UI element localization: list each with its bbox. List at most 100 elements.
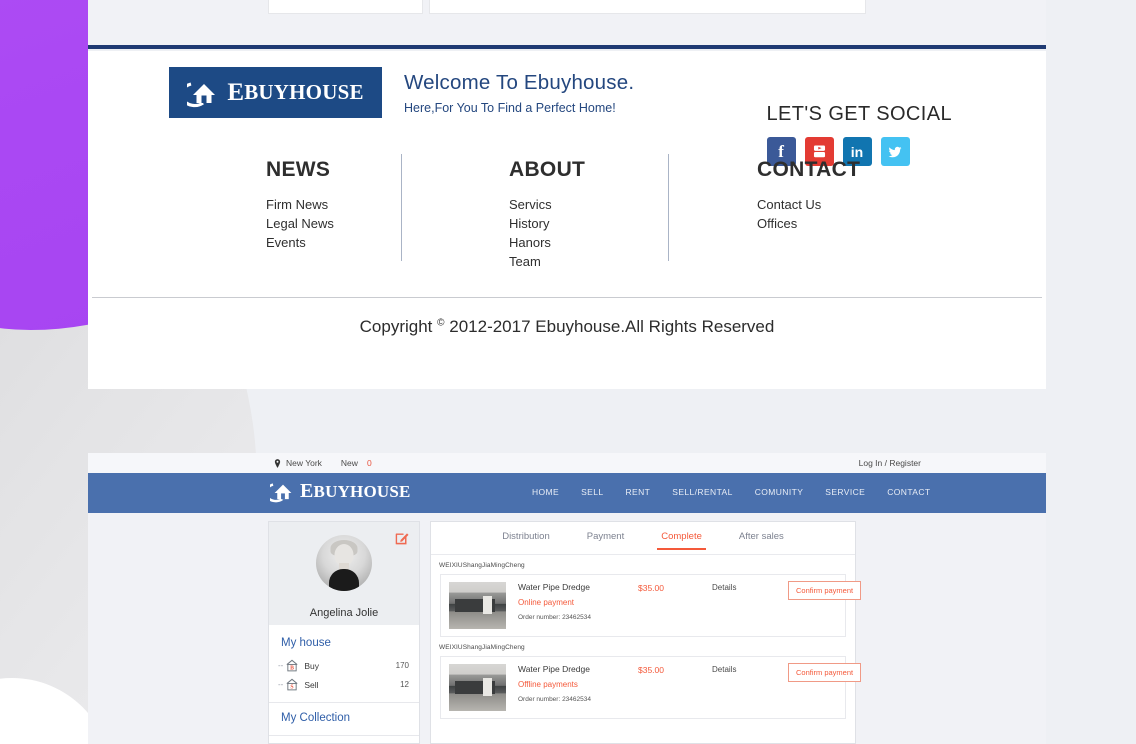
footer-welcome: Welcome To Ebuyhouse. Here,For You To Fi… [404,67,634,115]
order-row[interactable]: Water Pipe Dredge Online payment Order n… [440,574,862,637]
order-number: Order number: 23462534 [518,696,591,703]
footer-links-news: Firm News Legal News Events [266,195,401,252]
tab-after-sales[interactable]: After sales [739,531,784,550]
footer-horizontal-rule [92,297,1042,298]
avatar[interactable] [316,535,372,591]
order-payment-method: Online payment [518,598,575,607]
content-box-left [268,0,423,14]
social-heading: LET'S GET SOCIAL [766,103,952,125]
topbar-new-count: 0 [366,458,372,468]
order-details-link[interactable]: Details [712,582,788,592]
svg-text:S: S [291,685,294,691]
topbar-city[interactable]: New York [286,458,322,468]
sidebar-menu: My house -- B Buy 170 -- S Sell 12 My Co… [269,625,419,736]
footer-link-hanors[interactable]: Hanors [509,233,661,252]
footer-heading-contact: CONTACT [757,158,861,181]
navbar-logo-lead: E [300,480,314,502]
footer-link-team[interactable]: Team [509,252,661,271]
nav-link-sell-rental[interactable]: SELL/RENTAL [672,487,732,497]
screenshot-stage: E BUYHOUSE Welcome To Ebuyhouse. Here,For… [0,0,1136,744]
nav-link-service[interactable]: SERVICE [825,487,865,497]
footer-link-servics[interactable]: Servics [509,195,661,214]
navbar-logo-word: BUYHOUSE [313,481,411,501]
order-shop-name: WEIXIUShangJiaMingCheng [439,644,525,651]
account-orders-screenshot: New York New 0 Log In / Register E BUYHOU… [88,453,1046,744]
location-pin-icon [274,458,281,468]
account-content: Angelina Jolie My house -- B Buy 170 -- … [88,513,1046,744]
nav-link-comunity[interactable]: COMUNITY [755,487,804,497]
house-in-circle-logo-icon [180,78,221,108]
footer-column-contact: CONTACT Contact Us Offices [757,158,947,280]
order-product-title: Water Pipe Dredge [518,664,590,674]
nav-link-home[interactable]: HOME [532,487,559,497]
footer-heading-about: ABOUT [509,158,586,181]
footer-logo[interactable]: E BUYHOUSE [169,67,382,118]
footer-link-firm-news[interactable]: Firm News [266,195,401,214]
order-number: Order number: 23462534 [518,614,591,621]
thumbnail-fitting [483,678,492,696]
sidebar-item-sell-count: 12 [400,680,409,689]
content-box-right [429,0,866,14]
footer-welcome-title: Welcome To Ebuyhouse. [404,71,635,94]
edit-pencil-icon[interactable] [395,530,410,545]
tab-distribution[interactable]: Distribution [502,531,550,550]
order-info: Water Pipe Dredge Online payment Order n… [518,582,638,621]
nav-link-sell[interactable]: SELL [581,487,603,497]
house-in-circle-logo-icon [264,480,296,503]
topbar-new-label[interactable]: New [341,458,358,468]
social-section: LET'S GET SOCIAL f in [766,103,952,166]
sidebar-tree-dash: -- [278,661,284,670]
footer-link-legal-news[interactable]: Legal News [266,214,401,233]
order-details-link[interactable]: Details [712,664,788,674]
product-thumbnail[interactable] [449,582,506,629]
sidebar-item-buy-label: Buy [304,660,319,671]
avatar-body [329,569,359,591]
house-sell-icon: S [285,678,299,691]
footer-link-contact-us[interactable]: Contact Us [757,195,947,214]
footer-link-history[interactable]: History [509,214,661,233]
product-thumbnail[interactable] [449,664,506,711]
site-navbar: E BUYHOUSE HOME SELL RENT SELL/RENTAL COM… [88,473,1046,513]
copyright-text: 2012-2017 Ebuyhouse.All Rights Reserved [449,317,775,336]
nav-link-contact[interactable]: CONTACT [887,487,930,497]
footer-link-columns: NEWS Firm News Legal News Events ABOUT S… [88,154,1046,280]
sidebar-tree-dash: -- [278,680,284,689]
copyright: Copyright © 2012-2017 Ebuyhouse.All Righ… [88,317,1046,337]
footer-divider-2 [668,154,669,261]
tab-payment[interactable]: Payment [587,531,625,550]
site-footer: E BUYHOUSE Welcome To Ebuyhouse. Here,For… [88,51,1046,389]
footer-logo-text: E BUYHOUSE [227,79,363,107]
navbar-links: HOME SELL RENT SELL/RENTAL COMUNITY SERV… [532,487,930,497]
order-shop-name: WEIXIUShangJiaMingCheng [439,562,525,569]
footer-divider-1 [401,154,402,261]
footer-spacer [88,14,1046,45]
account-sidebar: Angelina Jolie My house -- B Buy 170 -- … [268,521,420,744]
sidebar-heading-my-house[interactable]: My house [269,635,419,656]
confirm-payment-button[interactable]: Confirm payment [788,581,862,600]
topbar-location-group: New York New 0 [274,458,372,468]
order-product-title: Water Pipe Dredge [518,582,590,592]
footer-heading-news: NEWS [266,158,331,181]
order-row[interactable]: Water Pipe Dredge Offline payments Order… [440,656,862,719]
footer-links-about: Servics History Hanors Team [509,195,661,271]
sidebar-heading-my-collection[interactable]: My Collection [269,703,419,735]
navbar-logo[interactable]: E BUYHOUSE [264,480,411,503]
sidebar-item-buy-count: 170 [395,661,409,670]
order-info: Water Pipe Dredge Offline payments Order… [518,664,638,703]
copyright-mark-icon: © [437,317,445,329]
order-price: $35.00 [638,665,664,675]
confirm-payment-button[interactable]: Confirm payment [788,663,862,682]
orders-tabs: Distribution Payment Complete After sale… [431,522,855,555]
footer-link-events[interactable]: Events [266,233,401,252]
tab-complete[interactable]: Complete [657,531,706,550]
sidebar-item-sell[interactable]: -- S Sell 12 [269,675,419,694]
order-price: $35.00 [638,583,664,593]
footer-link-offices[interactable]: Offices [757,214,947,233]
sidebar-item-buy[interactable]: -- B Buy 170 [269,656,419,675]
sidebar-item-sell-label: Sell [304,679,319,690]
nav-link-rent[interactable]: RENT [626,487,651,497]
sidebar-separator-2 [269,735,419,736]
footer-welcome-subtitle: Here,For You To Find a Perfect Home! [404,101,616,115]
utility-topbar: New York New 0 Log In / Register [88,453,1046,473]
topbar-auth-link[interactable]: Log In / Register [859,458,921,468]
